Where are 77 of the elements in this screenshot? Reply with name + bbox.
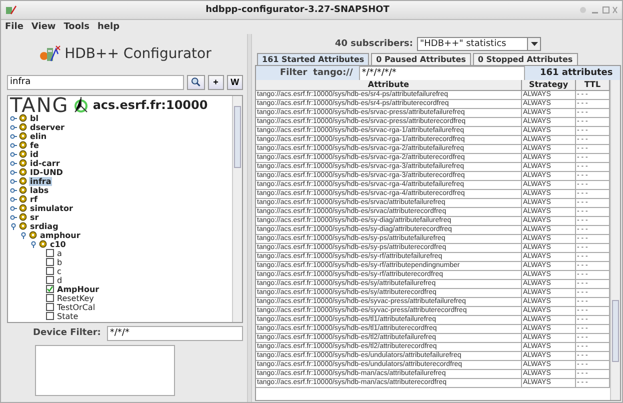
subscribers-label: 40 subscribers:: [334, 38, 414, 48]
chart-logo-icon: [38, 44, 61, 63]
tree-item[interactable]: a: [56, 248, 63, 258]
collapsed-handle-icon[interactable]: [10, 160, 17, 167]
tree-item[interactable]: amphour: [39, 230, 82, 240]
tree-item[interactable]: labs: [29, 186, 50, 195]
field-label: Device Filter:: [33, 328, 101, 338]
checkbox[interactable]: [46, 267, 54, 276]
expanded-handle-icon[interactable]: [10, 222, 17, 230]
tree-item[interactable]: ResetKey: [56, 294, 95, 303]
collapsed-handle-icon[interactable]: [10, 114, 17, 122]
tree-item[interactable]: elin: [29, 132, 48, 141]
collapsed-handle-icon[interactable]: [10, 168, 17, 176]
checkbox[interactable]: [46, 276, 54, 284]
checkbox[interactable]: [46, 285, 54, 294]
scrollbar[interactable]: [610, 80, 620, 400]
tree-item[interactable]: bl: [29, 114, 40, 123]
tree-item[interactable]: simulator: [29, 204, 74, 213]
tree-item[interactable]: dserver: [29, 122, 66, 132]
tab[interactable]: 161 Started Attributes: [257, 53, 370, 65]
host-label: acs.esrf.fr:10000: [92, 98, 208, 112]
collapsed-handle-icon[interactable]: [10, 132, 17, 140]
tree-item[interactable]: srdiag: [29, 222, 60, 231]
tab[interactable]: 0 Stopped Attributes: [472, 53, 578, 65]
filter-field[interactable]: */*/*/*/*: [358, 66, 525, 80]
collapsed-handle-icon[interactable]: [10, 124, 17, 131]
toolbar-button[interactable]: +: [208, 74, 224, 90]
app-title: HDB++ Configurator: [64, 46, 212, 62]
tree-item[interactable]: TestOrCal: [56, 302, 96, 312]
column-header[interactable]: Attribute: [256, 80, 522, 90]
tree-item[interactable]: fe: [29, 140, 40, 150]
tree-item[interactable]: infra: [29, 176, 52, 186]
tree-item[interactable]: id: [29, 150, 40, 159]
search-icon: [191, 77, 201, 88]
filter-label: Filter: [280, 68, 308, 78]
menu-item[interactable]: help: [98, 22, 120, 32]
expanded-handle-icon[interactable]: [20, 232, 27, 239]
dropdown-arrow-icon: [530, 42, 538, 46]
logo-ring-icon: [72, 96, 89, 114]
toolbar-button[interactable]: W: [226, 74, 243, 90]
menu-item[interactable]: View: [31, 22, 56, 32]
device-filter-field[interactable]: */*/*: [106, 326, 243, 341]
search-field[interactable]: infra: [7, 74, 184, 90]
collapsed-handle-icon[interactable]: [10, 142, 17, 149]
tree-item[interactable]: d: [56, 276, 64, 285]
collapsed-handle-icon[interactable]: [10, 204, 17, 212]
expanded-handle-icon[interactable]: [30, 240, 37, 248]
search-button[interactable]: [187, 74, 205, 90]
checkbox[interactable]: [46, 294, 54, 302]
collapsed-handle-icon[interactable]: [10, 150, 17, 158]
tab[interactable]: 0 Paused Attributes: [371, 53, 471, 65]
tree-item[interactable]: sr: [29, 212, 40, 222]
checkbox[interactable]: [46, 258, 54, 266]
checkbox[interactable]: [46, 249, 54, 258]
tree-item[interactable]: id-carr: [29, 158, 61, 168]
subscriber-dropdown[interactable]: "HDB++" statistics: [417, 36, 542, 50]
tree-item[interactable]: b: [56, 258, 64, 267]
menu-item[interactable]: Tools: [64, 22, 90, 32]
column-header[interactable]: Strategy: [522, 80, 576, 90]
checkbox[interactable]: [46, 303, 54, 312]
prefix-label: tango://: [313, 68, 353, 78]
collapsed-handle-icon[interactable]: [10, 196, 17, 203]
app-icon: [5, 5, 17, 15]
attribute-count: 161 attributes: [540, 68, 614, 78]
tree-item[interactable]: State: [56, 312, 80, 321]
collapsed-handle-icon[interactable]: [10, 178, 17, 185]
scrollbar[interactable]: [232, 96, 242, 322]
tree-item[interactable]: rf: [29, 194, 38, 204]
tree-item[interactable]: c10: [49, 240, 67, 249]
menu-item[interactable]: File: [5, 22, 24, 32]
window-title: hdbpp-configurator-3.27-SNAPSHOT: [204, 5, 390, 15]
collapsed-handle-icon[interactable]: [10, 214, 17, 221]
checkbox[interactable]: [46, 312, 54, 320]
collapsed-handle-icon[interactable]: [10, 186, 17, 194]
tree-item[interactable]: ID-UND: [29, 168, 64, 177]
tree-item[interactable]: AmpHour: [56, 284, 100, 294]
tree-item[interactable]: c: [56, 266, 62, 276]
